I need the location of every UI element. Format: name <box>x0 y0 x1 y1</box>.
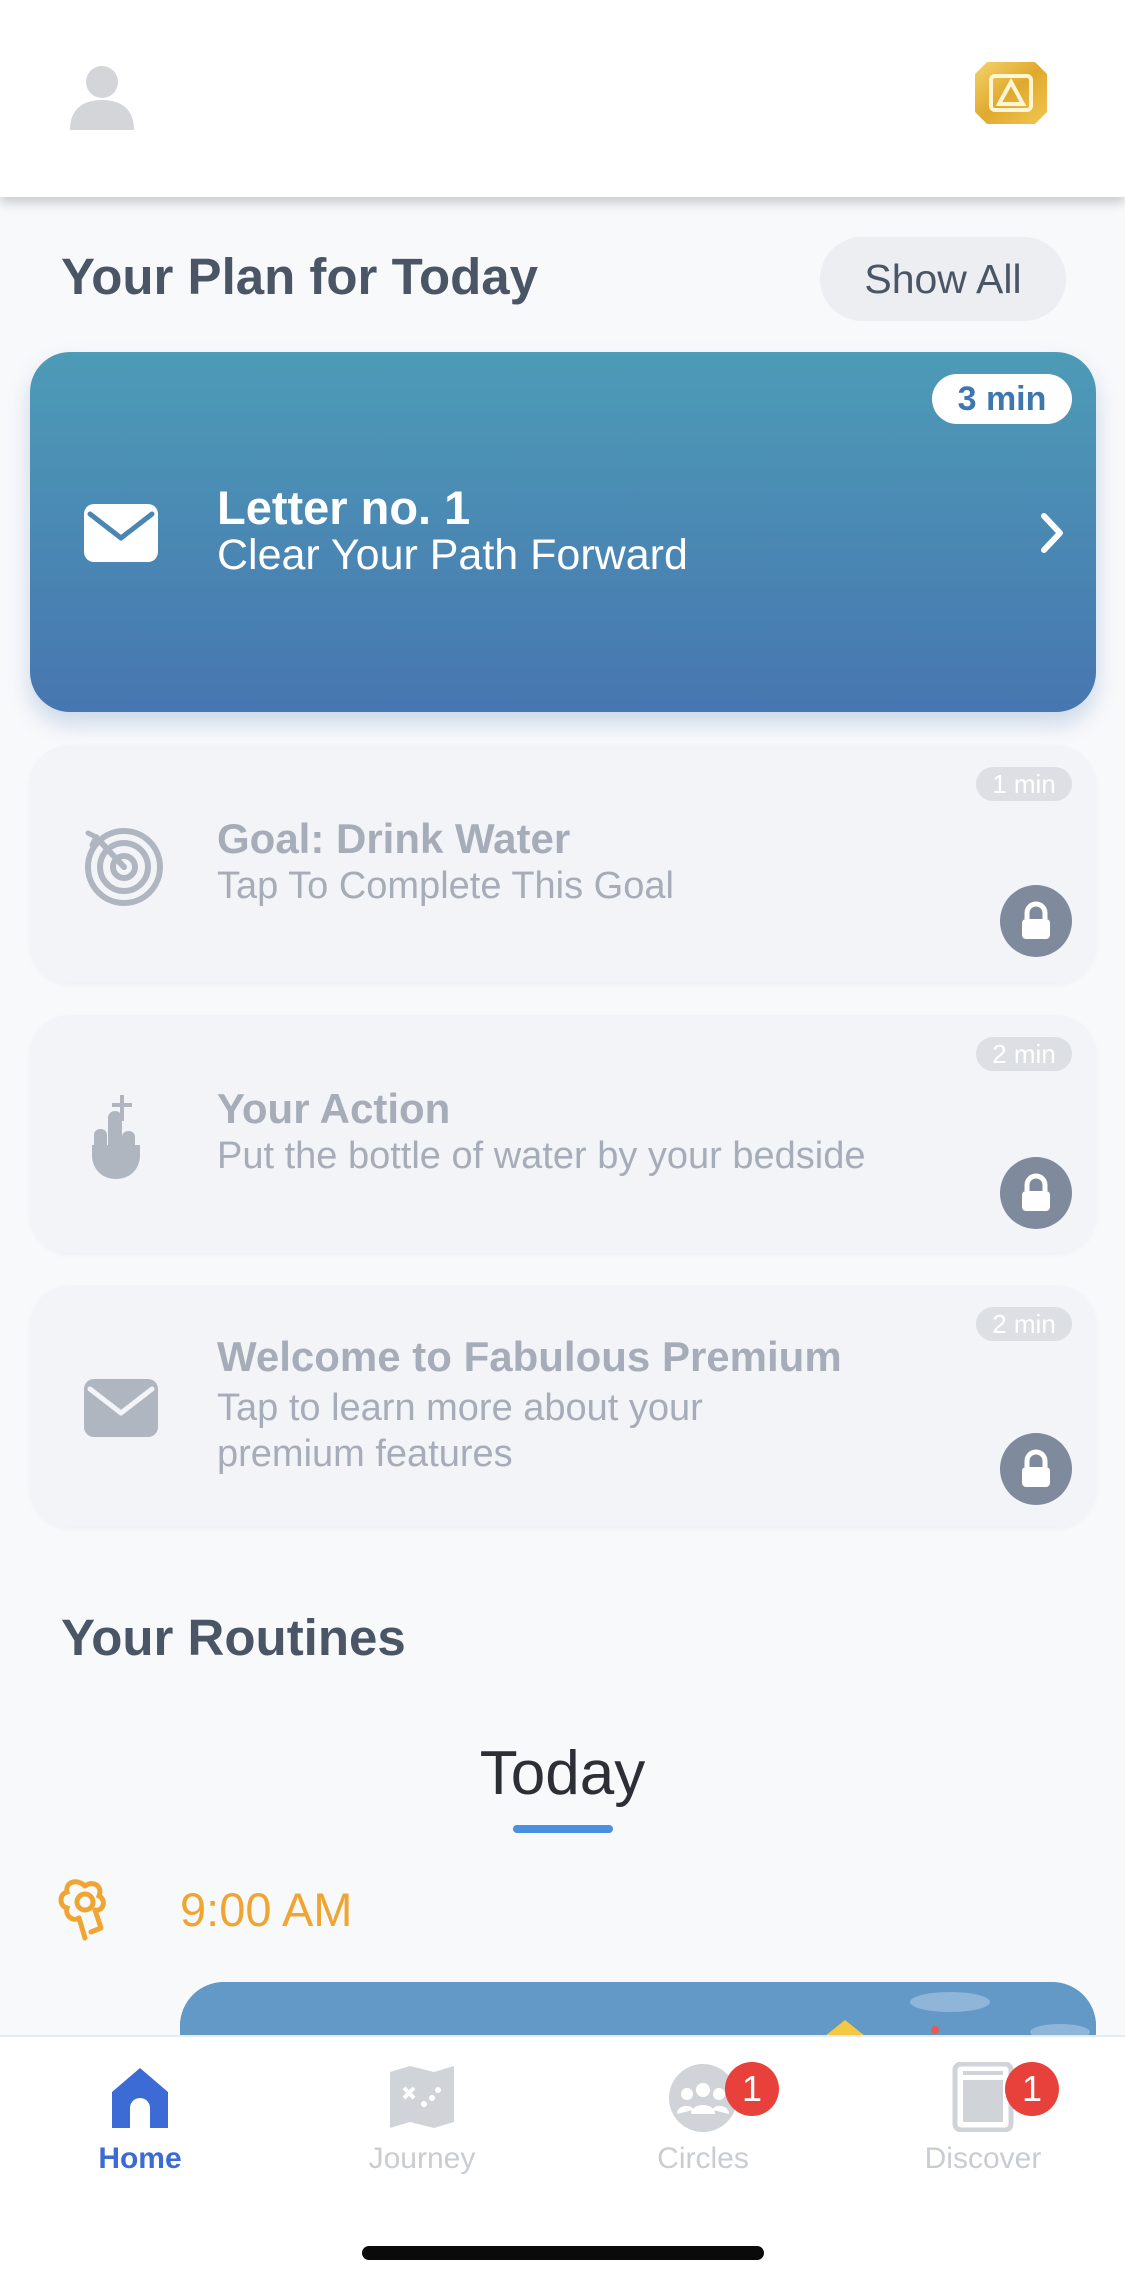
nav-circles[interactable]: Circles 1 <box>603 2062 803 2192</box>
map-icon <box>390 2066 454 2128</box>
card-subtitle: Tap to learn more about your premium fea… <box>217 1387 703 1475</box>
nav-journey[interactable]: Journey <box>322 2062 522 2192</box>
card-subtitle: Put the bottle of water by your bedside <box>217 1135 866 1177</box>
show-all-button[interactable]: Show All <box>820 237 1066 321</box>
person-icon[interactable] <box>66 60 138 132</box>
card-subtitle: Tap To Complete This Goal <box>217 865 674 907</box>
premium-gold-icon[interactable] <box>973 60 1049 126</box>
card-title: Letter no. 1 <box>217 481 471 534</box>
bottom-nav: Home Journey Circles 1 Discover 1 <box>0 2035 1125 2284</box>
tab-today[interactable]: Today <box>0 1738 1125 1809</box>
nav-label: Home <box>98 2142 182 2175</box>
nav-discover[interactable]: Discover 1 <box>883 2062 1083 2192</box>
target-icon <box>82 823 166 907</box>
duration-badge: 1 min <box>976 767 1072 801</box>
plan-card-goal[interactable]: 1 min Goal: Drink Water Tap To Complete … <box>30 745 1096 983</box>
plan-card-action[interactable]: 2 min Your Action Put the bottle of wate… <box>30 1015 1096 1253</box>
notification-badge: 1 <box>1005 2062 1059 2116</box>
card-title: Your Action <box>217 1085 451 1132</box>
card-subtitle: Clear Your Path Forward <box>217 531 688 579</box>
envelope-icon <box>82 1377 160 1439</box>
top-bar <box>0 0 1125 197</box>
notification-badge: 1 <box>725 2062 779 2116</box>
nav-home[interactable]: Home <box>40 2062 240 2192</box>
lock-icon <box>1000 1157 1072 1229</box>
card-title: Goal: Drink Water <box>217 815 571 862</box>
lock-icon <box>1000 885 1072 957</box>
lock-icon <box>1000 1433 1072 1505</box>
duration-badge: 2 min <box>976 1037 1072 1071</box>
home-indicator[interactable] <box>362 2246 764 2260</box>
duration-badge: 3 min <box>932 374 1072 424</box>
envelope-icon <box>82 502 160 564</box>
routine-time: 9:00 AM <box>180 1883 353 1936</box>
nav-label: Journey <box>368 2142 476 2175</box>
tab-underline <box>513 1825 613 1833</box>
plan-title: Your Plan for Today <box>61 248 538 305</box>
home-icon <box>112 2068 168 2128</box>
chevron-right-icon <box>1038 510 1068 556</box>
duration-badge: 2 min <box>976 1307 1072 1341</box>
nav-label: Circles <box>657 2142 749 2175</box>
nav-label: Discover <box>924 2142 1042 2175</box>
hand-icon <box>82 1093 152 1181</box>
plan-card-letter[interactable]: 3 min Letter no. 1 Clear Your Path Forwa… <box>30 352 1096 712</box>
routines-title: Your Routines <box>61 1609 406 1666</box>
sunrise-icon <box>55 1872 125 1942</box>
plan-card-premium[interactable]: 2 min Welcome to Fabulous Premium Tap to… <box>30 1285 1096 1527</box>
card-title: Welcome to Fabulous Premium <box>217 1333 842 1380</box>
